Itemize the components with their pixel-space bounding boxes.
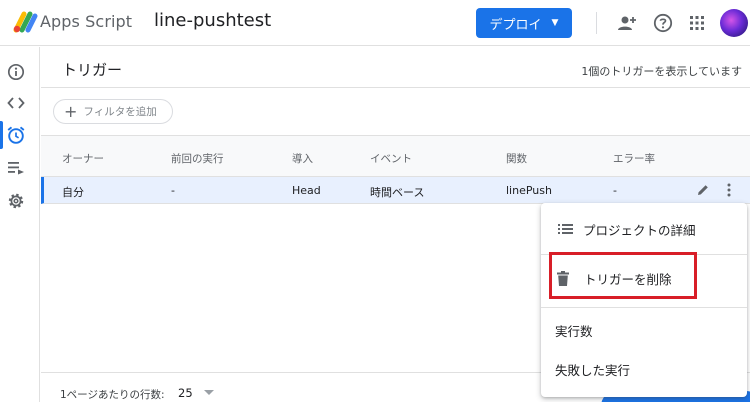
apps-grid-icon[interactable] bbox=[686, 12, 708, 34]
menu-item-label: 失敗した実行 bbox=[555, 362, 631, 378]
project-name[interactable]: line-pushtest bbox=[154, 10, 271, 31]
apps-script-logo[interactable] bbox=[12, 10, 38, 34]
column-header-last-run[interactable]: 前回の実行 bbox=[171, 151, 224, 166]
left-rail bbox=[0, 47, 40, 402]
cell-owner: 自分 bbox=[62, 186, 84, 199]
menu-item-label: 実行数 bbox=[555, 323, 593, 339]
cell-event: 時間ベース bbox=[370, 186, 425, 199]
help-icon[interactable] bbox=[652, 12, 674, 34]
add-filter-button[interactable]: + フィルタを追加 bbox=[53, 99, 173, 124]
rows-per-page-select[interactable]: 25 bbox=[178, 386, 193, 400]
edit-icon[interactable] bbox=[695, 182, 711, 198]
executions-icon[interactable] bbox=[5, 157, 27, 179]
table-header: オーナー 前回の実行 導入 イベント 関数 エラー率 bbox=[41, 135, 750, 177]
app-name: Apps Script bbox=[40, 12, 133, 31]
menu-item-failed-executions[interactable]: 失敗した実行 bbox=[541, 350, 747, 388]
menu-item-label: プロジェクトの詳細 bbox=[583, 222, 696, 238]
divider bbox=[41, 87, 750, 88]
avatar[interactable] bbox=[720, 9, 748, 37]
cell-last-run: - bbox=[171, 184, 175, 197]
settings-icon[interactable] bbox=[5, 190, 27, 212]
add-person-icon[interactable] bbox=[616, 12, 638, 34]
dropdown-caret-icon: ▼ bbox=[551, 18, 559, 28]
cell-function: linePush bbox=[506, 184, 552, 197]
table-row[interactable]: 自分 - Head 時間ベース linePush - bbox=[41, 177, 750, 204]
plus-icon: + bbox=[64, 101, 78, 121]
menu-divider bbox=[541, 307, 747, 308]
menu-item-executions[interactable]: 実行数 bbox=[541, 311, 747, 349]
deploy-button[interactable]: デプロイ ▼ bbox=[476, 8, 572, 38]
info-icon[interactable] bbox=[5, 61, 27, 83]
column-header-owner[interactable]: オーナー bbox=[62, 151, 104, 166]
column-header-deployment[interactable]: 導入 bbox=[292, 151, 313, 166]
rows-per-page-label: 1ページあたりの行数: bbox=[60, 389, 165, 401]
page-title: トリガー bbox=[62, 61, 123, 79]
highlight-annotation bbox=[549, 252, 697, 299]
deploy-label: デプロイ bbox=[489, 17, 542, 33]
chevron-down-icon[interactable] bbox=[204, 390, 214, 395]
add-filter-label: フィルタを追加 bbox=[83, 106, 157, 118]
trigger-count-text: 1個のトリガーを表示しています bbox=[581, 65, 742, 78]
cell-error-rate: - bbox=[613, 184, 617, 197]
column-header-error-rate[interactable]: エラー率 bbox=[613, 151, 655, 166]
header-divider bbox=[596, 12, 597, 34]
active-indicator bbox=[0, 121, 3, 149]
menu-item-project-details[interactable]: プロジェクトの詳細 bbox=[541, 210, 747, 248]
column-header-event[interactable]: イベント bbox=[370, 151, 412, 166]
top-bar: Apps Script line-pushtest デプロイ ▼ bbox=[0, 0, 750, 46]
alarm-icon[interactable] bbox=[5, 124, 27, 146]
column-header-function[interactable]: 関数 bbox=[506, 151, 527, 166]
code-icon[interactable] bbox=[5, 92, 27, 114]
context-menu: プロジェクトの詳細 トリガーを削除 実行数 失敗した実行 bbox=[541, 203, 747, 397]
cell-deployment: Head bbox=[292, 184, 321, 197]
more-vert-icon[interactable] bbox=[721, 182, 737, 198]
list-icon bbox=[557, 221, 573, 237]
